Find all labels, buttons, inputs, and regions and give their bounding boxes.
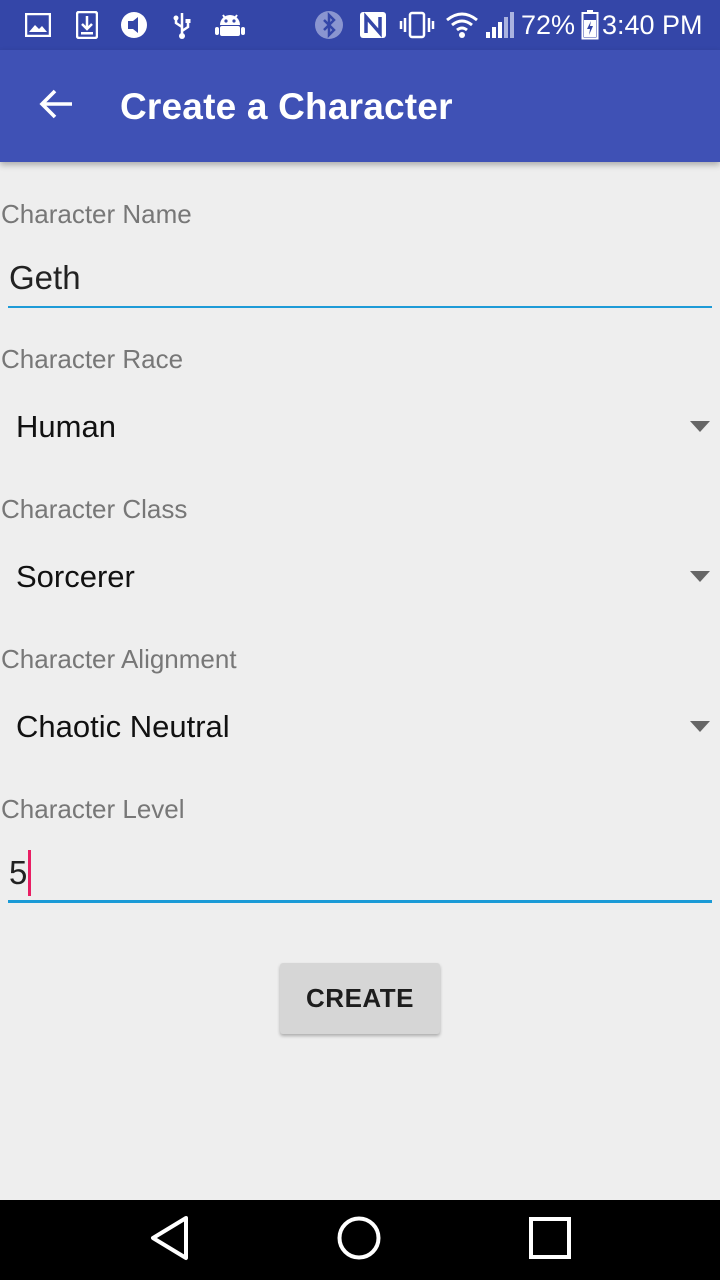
image-icon [24, 11, 52, 39]
signal-icon [484, 11, 516, 39]
character-alignment-spinner[interactable]: Chaotic Neutral [0, 697, 720, 757]
nav-back-button[interactable] [130, 1210, 210, 1270]
character-class-value: Sorcerer [16, 559, 135, 594]
nfc-icon [358, 11, 388, 39]
home-circle-icon [336, 1215, 382, 1266]
clock: 3:40 PM [602, 10, 703, 40]
battery-icon [580, 10, 600, 40]
character-level-underline [8, 900, 712, 903]
character-name-label: Character Name [1, 199, 192, 229]
navigation-bar [0, 1200, 720, 1280]
character-level-input[interactable]: 5 [8, 847, 712, 903]
bluetooth-icon [314, 11, 344, 39]
character-name-value: Geth [9, 259, 81, 296]
character-name-underline [8, 306, 712, 308]
download-icon [74, 11, 100, 39]
battery-percent: 72% [521, 10, 576, 40]
recents-square-icon [528, 1216, 572, 1265]
back-button[interactable] [26, 76, 86, 136]
wifi-icon [444, 11, 480, 39]
character-class-label: Character Class [1, 494, 188, 524]
usb-icon [170, 11, 194, 39]
character-name-input[interactable]: Geth [8, 252, 712, 308]
character-level-label: Character Level [1, 794, 185, 824]
character-race-label: Character Race [1, 344, 184, 374]
dropdown-arrow-icon [690, 571, 710, 582]
dropdown-arrow-icon [690, 421, 710, 432]
character-level-value: 5 [9, 854, 28, 891]
create-button[interactable]: CREATE [280, 963, 440, 1034]
text-cursor [28, 850, 32, 896]
status-bar: 72% 3:40 PM [0, 0, 720, 50]
character-alignment-value: Chaotic Neutral [16, 709, 230, 744]
character-race-spinner[interactable]: Human [0, 397, 720, 457]
back-triangle-icon [148, 1215, 192, 1266]
nav-home-button[interactable] [319, 1210, 399, 1270]
app-bar: Create a Character [0, 50, 720, 162]
android-debug-icon [214, 11, 246, 39]
dropdown-arrow-icon [690, 721, 710, 732]
sync-icon [118, 11, 150, 39]
character-race-value: Human [16, 409, 116, 444]
page-title: Create a Character [120, 86, 453, 127]
character-class-spinner[interactable]: Sorcerer [0, 547, 720, 607]
nav-recents-button[interactable] [510, 1210, 590, 1270]
character-alignment-label: Character Alignment [1, 644, 237, 674]
arrow-back-icon [38, 88, 74, 125]
vibrate-icon [398, 11, 436, 39]
